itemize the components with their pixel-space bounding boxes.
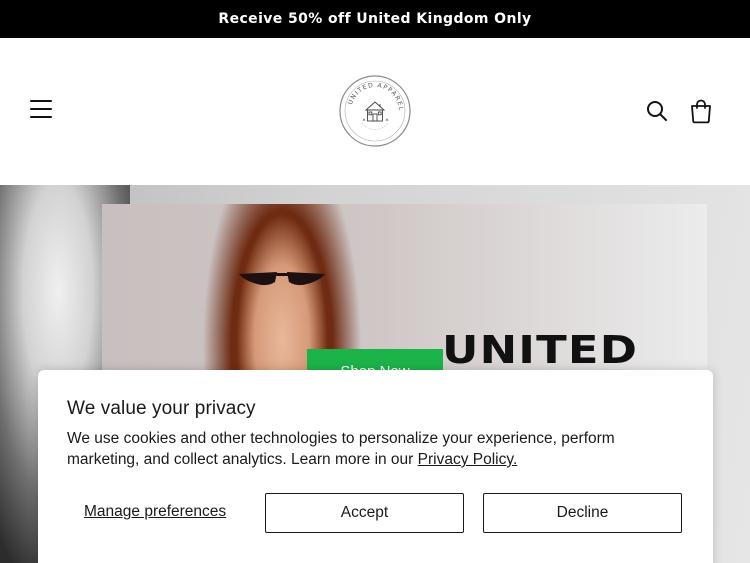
announcement-text: Receive 50% off United Kingdom Only [218, 11, 532, 27]
hamburger-menu-icon [30, 100, 52, 102]
cookie-body-text: We use cookies and other technologies to… [67, 430, 615, 468]
menu-button[interactable] [30, 100, 52, 120]
search-button[interactable] [645, 99, 669, 123]
privacy-policy-link[interactable]: Privacy Policy. [418, 451, 518, 468]
hamburger-line [30, 116, 52, 118]
united-apparel-house-logo: UNITED APPAREL [339, 75, 411, 147]
announcement-bar: Receive 50% off United Kingdom Only [0, 0, 750, 38]
hero-headline: UNITED [442, 328, 639, 372]
accept-button[interactable]: Accept [265, 493, 464, 533]
hamburger-line [30, 108, 52, 110]
cookie-consent-banner: We value your privacy We use cookies and… [38, 370, 713, 563]
sunglasses-graphic [239, 272, 325, 286]
manage-preferences-link[interactable]: Manage preferences [84, 503, 226, 521]
cookie-title: We value your privacy [67, 398, 256, 419]
site-header: UNITED APPAREL [0, 38, 750, 185]
cookie-description: We use cookies and other technologies to… [67, 428, 687, 470]
decline-button[interactable]: Decline [483, 493, 682, 533]
cart-button[interactable] [689, 98, 713, 124]
shopping-bag-icon [691, 99, 711, 124]
search-icon [647, 101, 667, 121]
site-logo[interactable]: UNITED APPAREL [338, 74, 412, 148]
